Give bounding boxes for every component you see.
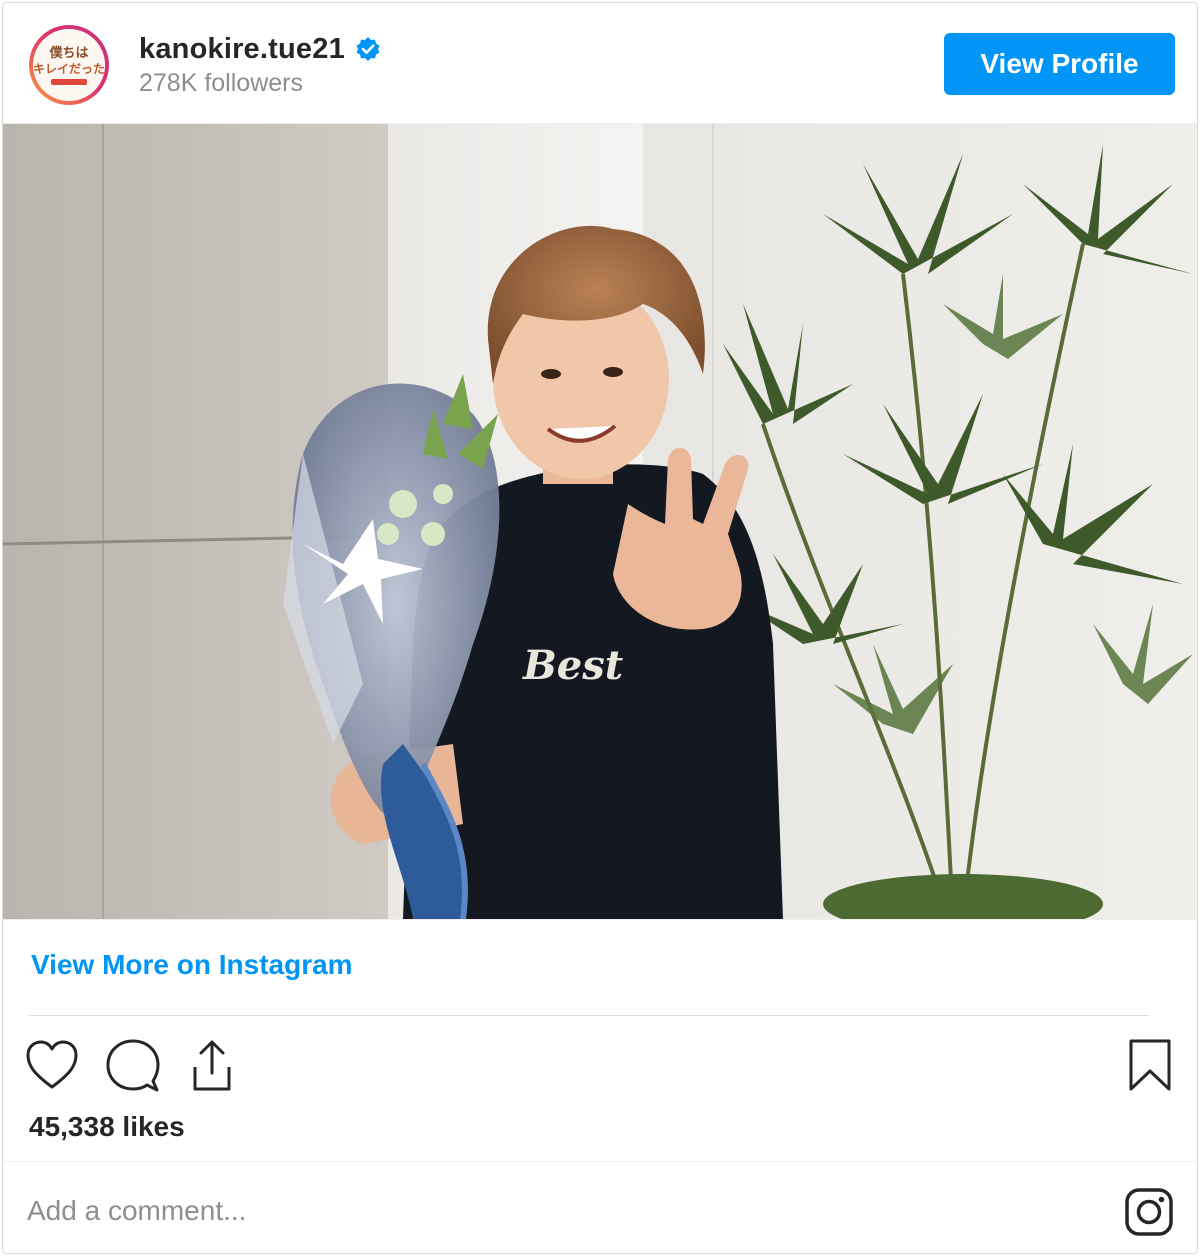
follower-count: 278K followers [139, 69, 303, 97]
post-header: 僕ちは キレイだった kanokire.tue21 278K followers… [3, 3, 1197, 121]
share-icon[interactable] [183, 1037, 241, 1095]
comment-icon[interactable] [103, 1037, 161, 1095]
bookmark-icon[interactable] [1121, 1037, 1179, 1095]
avatar[interactable]: 僕ちは キレイだった [29, 25, 109, 105]
username[interactable]: kanokire.tue21 [139, 33, 345, 66]
post-photo[interactable]: Best [3, 123, 1197, 920]
heart-icon[interactable] [23, 1037, 81, 1095]
verified-badge-icon [355, 36, 381, 62]
instagram-embed: 僕ちは キレイだった kanokire.tue21 278K followers… [2, 2, 1198, 1254]
divider [3, 1161, 1197, 1162]
view-profile-button[interactable]: View Profile [944, 33, 1175, 95]
username-row: kanokire.tue21 [139, 31, 381, 67]
comment-input[interactable] [27, 1183, 1077, 1239]
instagram-icon[interactable] [1123, 1186, 1175, 1238]
svg-text:僕ちは: 僕ちは [48, 45, 88, 61]
svg-text:Best: Best [522, 642, 624, 689]
svg-text:キレイだった: キレイだった [33, 62, 105, 76]
view-more-link[interactable]: View More on Instagram [31, 949, 353, 981]
like-count[interactable]: 45,338 likes [29, 1111, 185, 1143]
divider [29, 1015, 1149, 1016]
profile-avatar-image: 僕ちは キレイだった [33, 29, 105, 101]
